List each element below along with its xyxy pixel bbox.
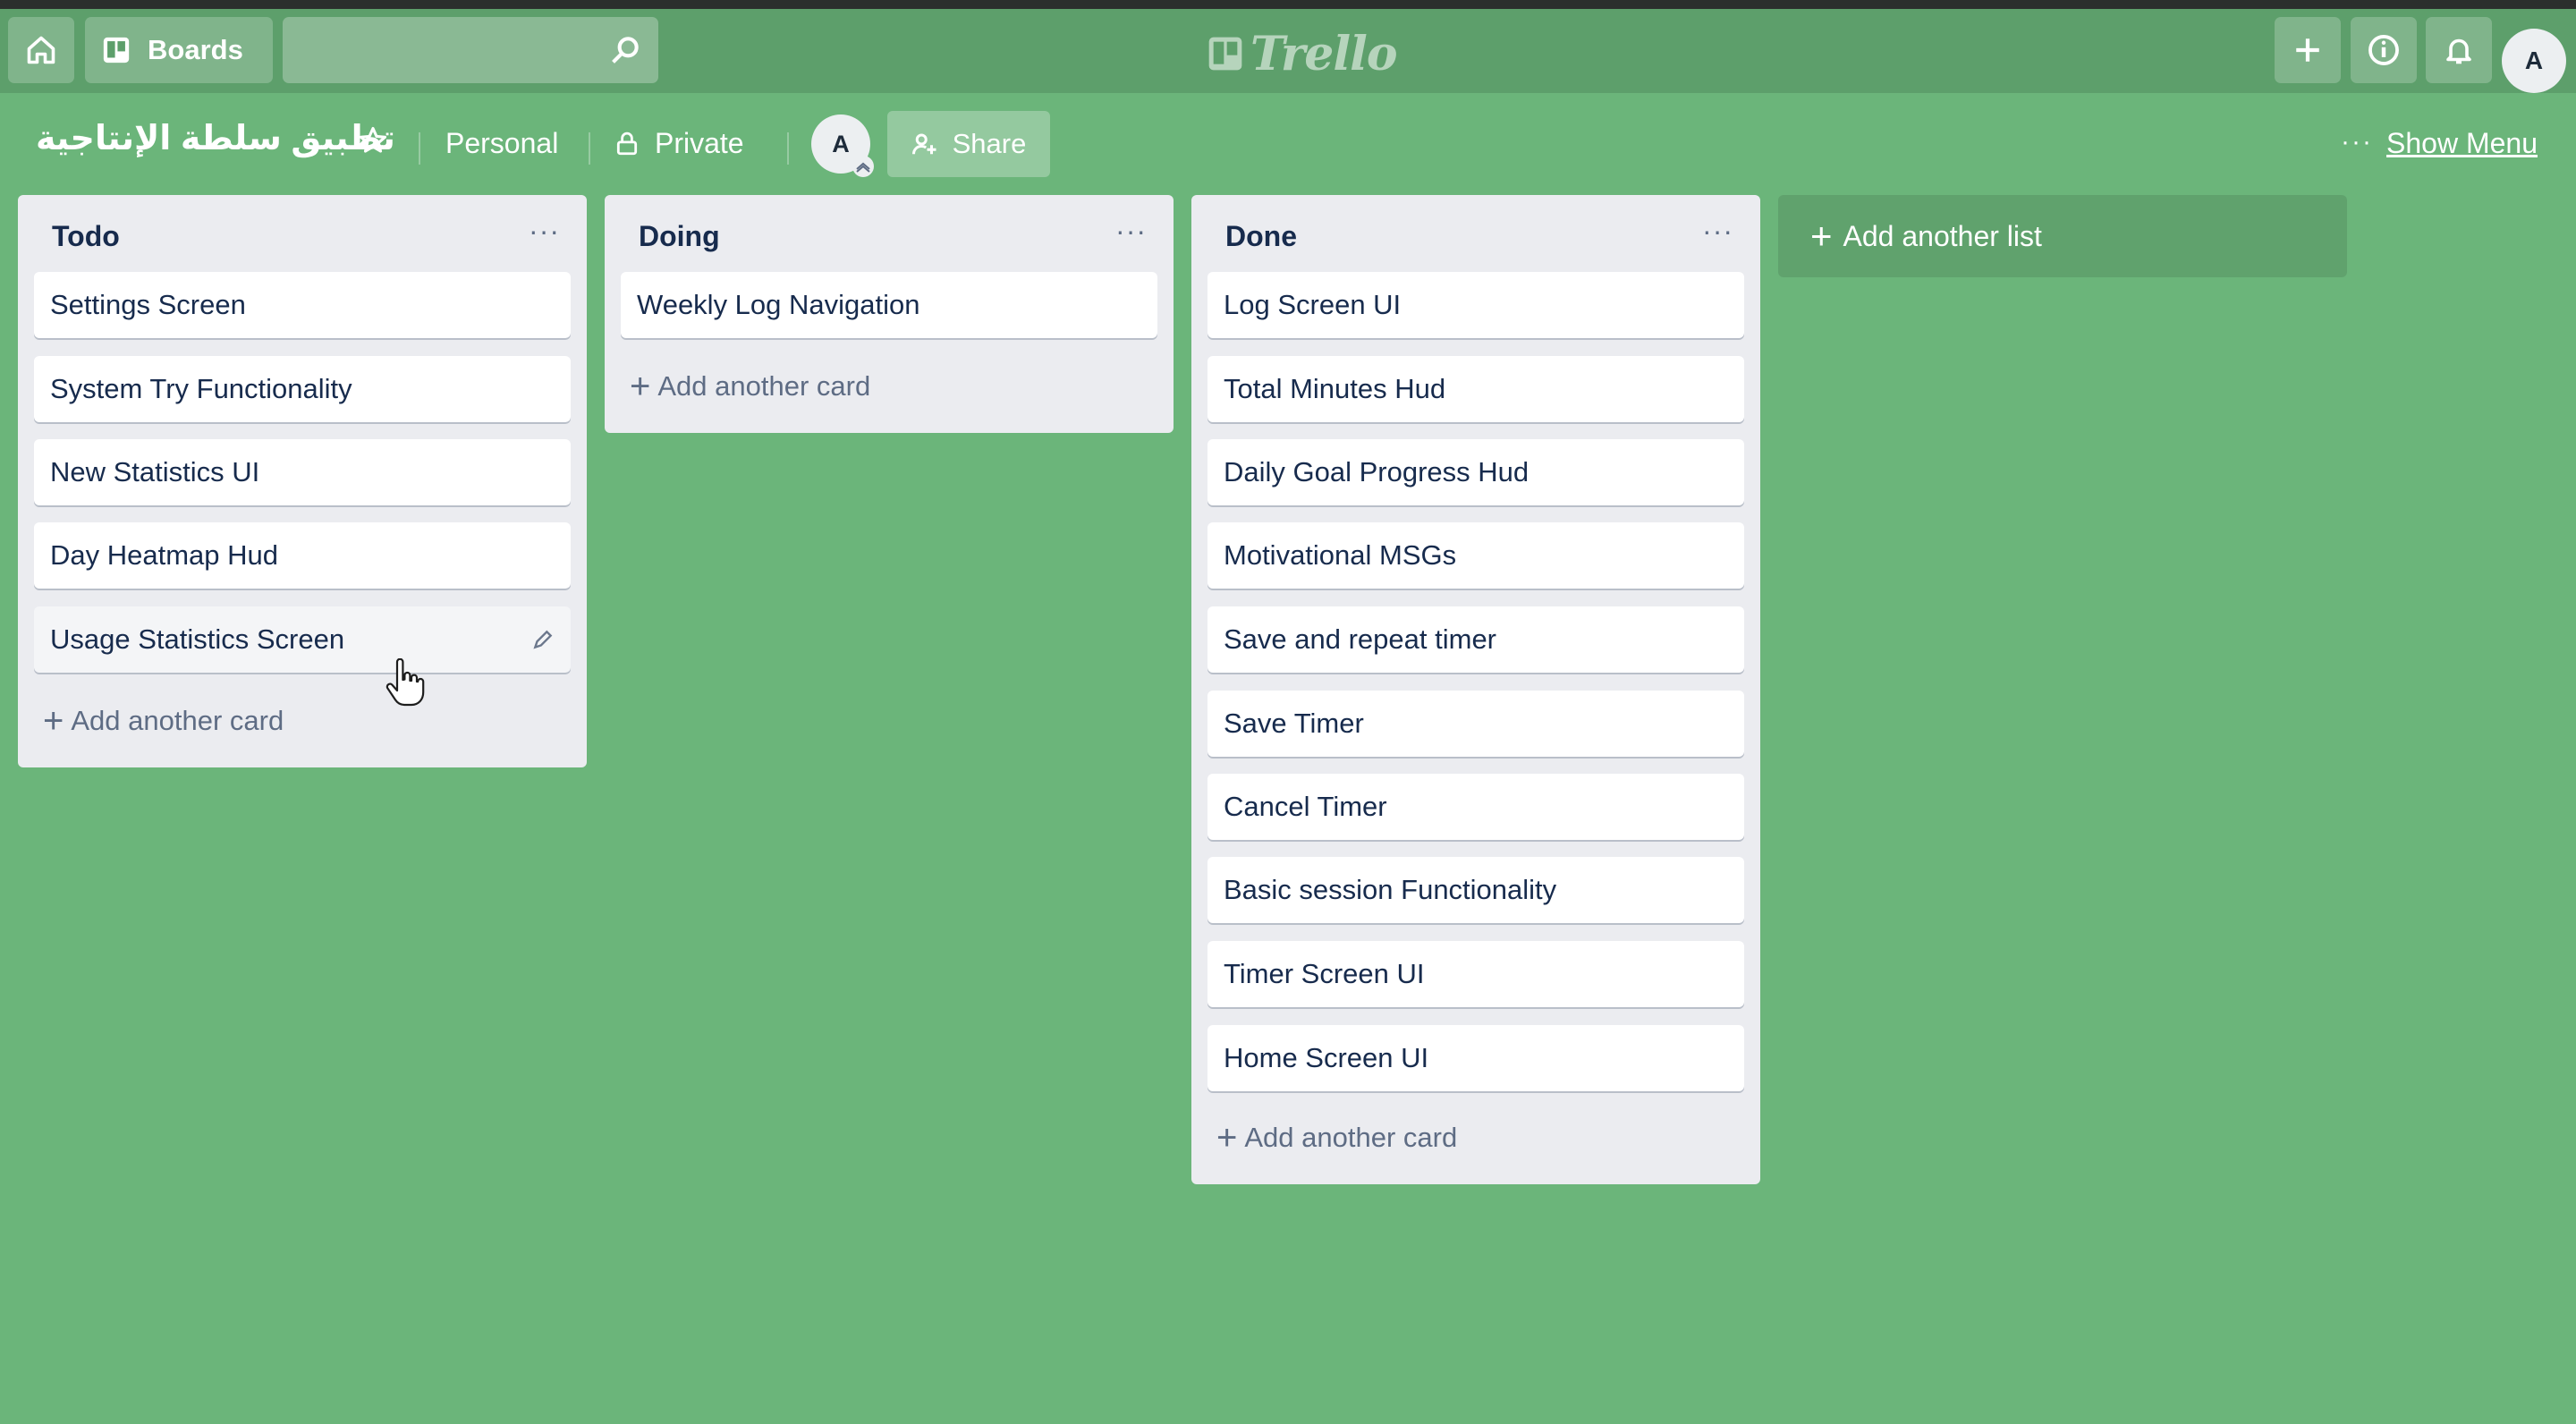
add-list-label: Add another list bbox=[1843, 219, 2042, 252]
cursor-hand-icon bbox=[386, 658, 425, 707]
privacy-button[interactable]: Private bbox=[615, 127, 744, 160]
add-card-label: Add another card bbox=[1244, 1122, 1458, 1153]
search-icon bbox=[612, 37, 639, 64]
admin-badge-icon bbox=[852, 156, 874, 177]
member-initial: A bbox=[832, 130, 850, 157]
edit-icon[interactable] bbox=[531, 628, 555, 651]
home-icon bbox=[27, 36, 55, 64]
card-title: Usage Statistics Screen bbox=[50, 623, 345, 655]
card[interactable]: Save Timer bbox=[1208, 691, 1744, 757]
board-header: تطبيق سلطة الإنتاجية Personal Private A … bbox=[0, 93, 2576, 191]
list-header: Done ··· bbox=[1191, 195, 1760, 272]
team-visibility-button[interactable]: Personal bbox=[445, 127, 558, 160]
search-input[interactable] bbox=[283, 17, 658, 83]
show-menu-link[interactable]: Show Menu bbox=[2386, 127, 2538, 160]
info-icon bbox=[2368, 35, 2399, 65]
card-hovered[interactable]: Usage Statistics Screen bbox=[34, 606, 571, 673]
board-title[interactable]: تطبيق سلطة الإنتاجية bbox=[36, 118, 395, 158]
bell-icon bbox=[2446, 38, 2471, 64]
info-button[interactable] bbox=[2351, 17, 2417, 83]
card[interactable]: Motivational MSGs bbox=[1208, 522, 1744, 589]
user-avatar[interactable]: A bbox=[2502, 29, 2566, 93]
boards-icon bbox=[103, 37, 130, 64]
list-title[interactable]: Doing bbox=[639, 220, 720, 253]
card[interactable]: Timer Screen UI bbox=[1208, 941, 1744, 1007]
lock-icon bbox=[616, 131, 638, 155]
add-card-label: Add another card bbox=[71, 705, 284, 736]
board-member-avatar[interactable]: A bbox=[811, 114, 874, 177]
separator bbox=[787, 132, 789, 165]
add-card-button[interactable]: + Add another card bbox=[43, 703, 284, 739]
card[interactable]: New Statistics UI bbox=[34, 439, 571, 505]
plus-icon: + bbox=[43, 701, 64, 741]
list-done: Done ··· Log Screen UI Total Minutes Hud… bbox=[1191, 195, 1760, 1184]
add-list-button[interactable]: + Add another list bbox=[1778, 195, 2347, 277]
card-title: Day Heatmap Hud bbox=[50, 539, 279, 571]
boards-button[interactable]: Boards bbox=[85, 17, 273, 83]
card[interactable]: Weekly Log Navigation bbox=[621, 272, 1157, 338]
card[interactable]: Daily Goal Progress Hud bbox=[1208, 439, 1744, 505]
more-icon[interactable]: ··· bbox=[2341, 127, 2373, 157]
top-navbar: Boards Trello A bbox=[0, 9, 2576, 93]
card[interactable]: Save and repeat timer bbox=[1208, 606, 1744, 673]
window-top-strip bbox=[0, 0, 2576, 9]
list-title[interactable]: Done bbox=[1225, 220, 1297, 253]
card[interactable]: Total Minutes Hud bbox=[1208, 356, 1744, 422]
card[interactable]: Log Screen UI bbox=[1208, 272, 1744, 338]
share-label: Share bbox=[952, 128, 1027, 159]
home-button[interactable] bbox=[8, 17, 74, 83]
trello-logo-icon bbox=[1208, 37, 1242, 71]
separator bbox=[589, 132, 590, 165]
star-icon bbox=[359, 126, 387, 153]
card[interactable]: Cancel Timer bbox=[1208, 774, 1744, 840]
boards-label: Boards bbox=[148, 34, 243, 65]
list-todo: Todo ··· Settings Screen System Try Func… bbox=[18, 195, 587, 767]
add-card-button[interactable]: + Add another card bbox=[630, 369, 870, 404]
list-menu-icon[interactable]: ··· bbox=[1115, 215, 1147, 248]
share-button[interactable]: Share bbox=[887, 111, 1050, 177]
add-card-label: Add another card bbox=[657, 370, 871, 402]
share-icon bbox=[911, 133, 936, 155]
list-header: Todo ··· bbox=[18, 195, 587, 272]
add-card-button[interactable]: + Add another card bbox=[1216, 1120, 1457, 1156]
card[interactable]: Settings Screen bbox=[34, 272, 571, 338]
notifications-button[interactable] bbox=[2426, 17, 2492, 83]
plus-icon: + bbox=[1216, 1118, 1238, 1157]
list-doing: Doing ··· Weekly Log Navigation + Add an… bbox=[605, 195, 1174, 433]
card[interactable]: Day Heatmap Hud bbox=[34, 522, 571, 589]
card[interactable]: System Try Functionality bbox=[34, 356, 571, 422]
list-menu-icon[interactable]: ··· bbox=[1702, 215, 1733, 248]
plus-icon: + bbox=[1810, 215, 1833, 257]
list-title[interactable]: Todo bbox=[52, 220, 120, 253]
create-button[interactable] bbox=[2275, 17, 2341, 83]
plus-icon bbox=[2296, 38, 2319, 62]
card[interactable]: Home Screen UI bbox=[1208, 1025, 1744, 1091]
separator bbox=[419, 132, 420, 165]
trello-logo-text: Trello bbox=[1250, 26, 1398, 81]
star-button[interactable] bbox=[358, 125, 388, 160]
plus-icon: + bbox=[630, 367, 651, 406]
card[interactable]: Basic session Functionality bbox=[1208, 857, 1744, 923]
trello-logo[interactable]: Trello bbox=[1208, 26, 1398, 81]
privacy-label: Private bbox=[655, 127, 744, 159]
list-menu-icon[interactable]: ··· bbox=[529, 215, 560, 248]
list-header: Doing ··· bbox=[605, 195, 1174, 272]
